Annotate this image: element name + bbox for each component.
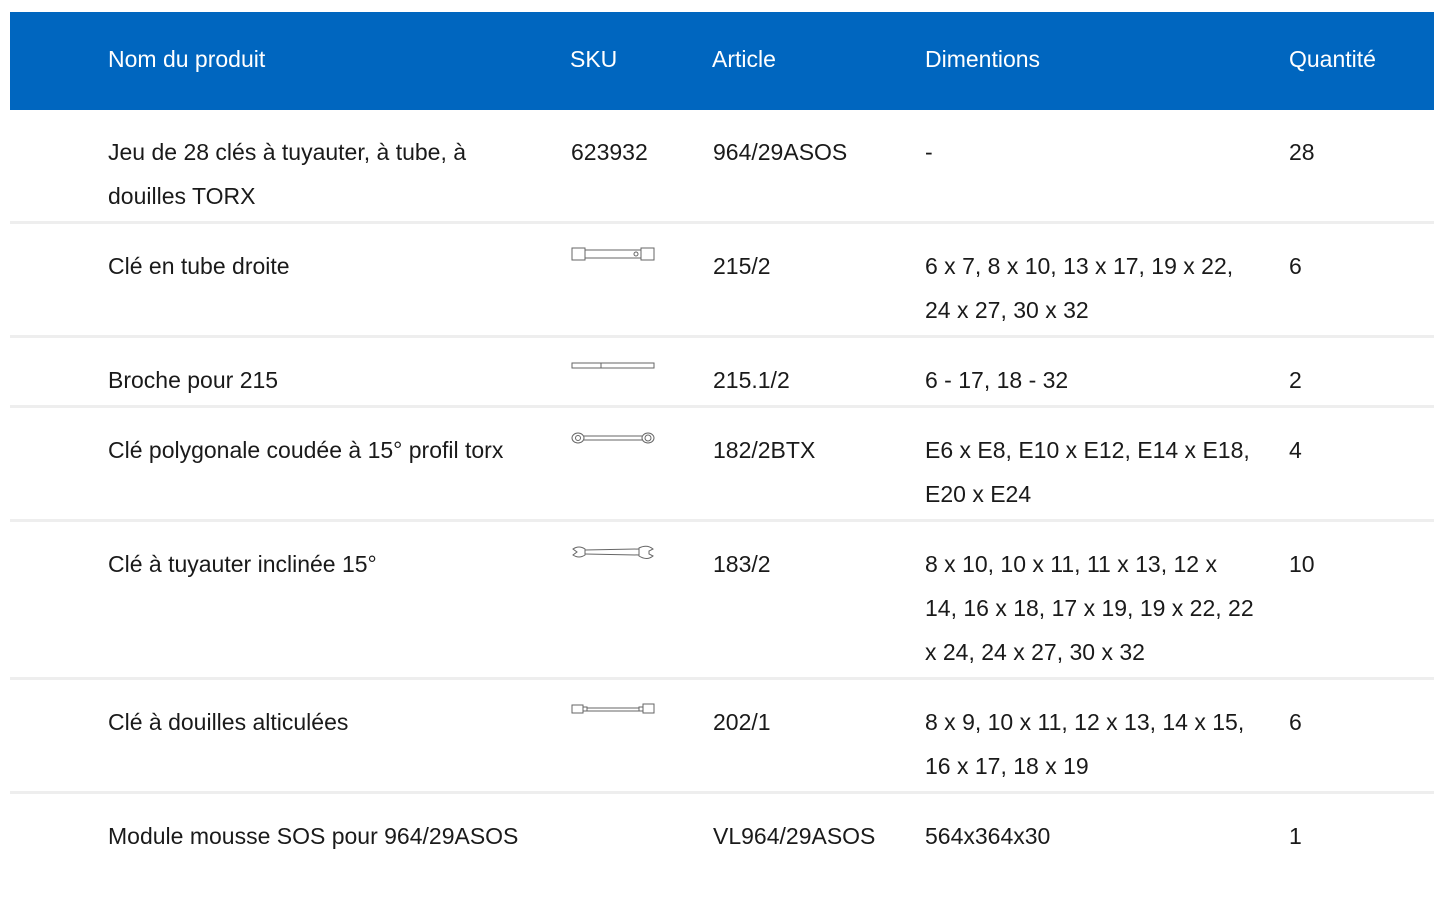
product-article: VL964/29ASOS [713, 823, 876, 849]
product-sku: 623932 [571, 139, 648, 165]
product-dimensions: 8 x 9, 10 x 11, 12 x 13, 14 x 15, 16 x 1… [925, 709, 1245, 779]
table-row: Module mousse SOS pour 964/29ASOS VL964/… [10, 794, 1434, 905]
product-quantity: 4 [1289, 437, 1302, 463]
table-header: Nom du produit SKU Article Dimentions Qu… [10, 12, 1434, 110]
product-article: 202/1 [713, 709, 771, 735]
product-name: Jeu de 28 clés à tuyauter, à tube, à dou… [108, 139, 467, 209]
product-quantity: 6 [1289, 253, 1302, 279]
product-dimensions: 564x364x30 [925, 823, 1051, 849]
product-name: Broche pour 215 [108, 367, 279, 393]
product-quantity: 10 [1289, 551, 1315, 577]
product-name: Clé polygonale coudée à 15° profil torx [108, 437, 504, 463]
product-dimensions: - [925, 139, 933, 165]
product-quantity: 6 [1289, 709, 1302, 735]
column-header-name: Nom du produit [108, 46, 266, 72]
product-name: Module mousse SOS pour 964/29ASOS [108, 823, 519, 849]
table-row: Jeu de 28 clés à tuyauter, à tube, à dou… [10, 110, 1434, 224]
product-quantity: 28 [1289, 139, 1315, 165]
product-article: 215/2 [713, 253, 771, 279]
product-name: Clé à douilles alticulées [108, 709, 349, 735]
product-name: Clé en tube droite [108, 253, 290, 279]
column-header-article: Article [712, 46, 776, 72]
product-dimensions: 6 - 17, 18 - 32 [925, 367, 1069, 393]
product-article: 183/2 [713, 551, 771, 577]
product-article: 215.1/2 [713, 367, 790, 393]
product-table: Nom du produit SKU Article Dimentions Qu… [10, 12, 1434, 905]
product-article: 964/29ASOS [713, 139, 848, 165]
product-quantity: 1 [1289, 823, 1302, 849]
table-row: Clé à douilles alticulées 202/1 8 x 9, 1… [10, 680, 1434, 794]
column-header-dimensions: Dimentions [925, 46, 1041, 72]
tube-wrench-icon [571, 246, 655, 266]
table-row: Broche pour 215 215.1/2 6 - 17, 18 - 32 … [10, 338, 1434, 408]
table-row: Clé en tube droite 215/2 6 x 7, 8 x 10, … [10, 224, 1434, 338]
ring-spanner-icon [571, 430, 655, 450]
table-row: Clé à tuyauter inclinée 15° 183/2 8 x 10… [10, 522, 1434, 680]
product-dimensions: 6 x 7, 8 x 10, 13 x 17, 19 x 22, 24 x 27… [925, 253, 1234, 323]
column-header-sku: SKU [570, 46, 618, 72]
column-header-quantity: Quantité [1289, 46, 1376, 72]
product-article: 182/2BTX [713, 437, 816, 463]
product-dimensions: 8 x 10, 10 x 11, 11 x 13, 12 x 14, 16 x … [925, 551, 1254, 665]
product-name: Clé à tuyauter inclinée 15° [108, 551, 377, 577]
articulated-socket-wrench-icon [571, 702, 655, 722]
flare-nut-wrench-icon [571, 544, 655, 564]
table-row: Clé polygonale coudée à 15° profil torx … [10, 408, 1434, 522]
product-quantity: 2 [1289, 367, 1302, 393]
tommy-bar-icon [571, 360, 655, 380]
product-dimensions: E6 x E8, E10 x E12, E14 x E18, E20 x E24 [925, 437, 1250, 507]
